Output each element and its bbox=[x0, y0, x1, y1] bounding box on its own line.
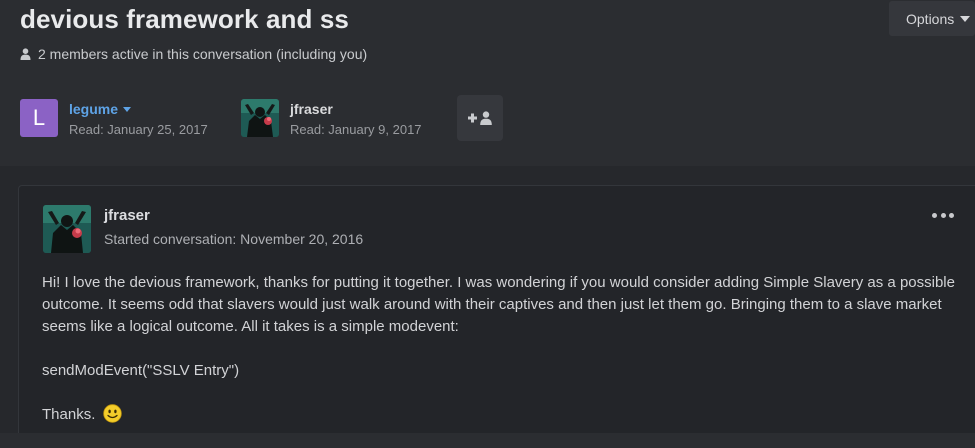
message-closing: Thanks. bbox=[42, 404, 962, 426]
message-paragraph: sendModEvent("SSLV Entry") bbox=[42, 362, 240, 379]
active-members-text: 2 members active in this conversation (i… bbox=[38, 46, 368, 62]
chevron-down-icon bbox=[960, 15, 971, 22]
user-icon bbox=[20, 48, 31, 60]
author-avatar[interactable] bbox=[43, 205, 91, 253]
participant-name: legume bbox=[69, 101, 119, 117]
add-user-icon bbox=[468, 111, 492, 125]
page-title: devious framework and ss bbox=[20, 4, 349, 34]
read-date: Read: January 25, 2017 bbox=[69, 122, 208, 137]
message-paragraph: Hi! I love the devious framework, thanks… bbox=[42, 274, 955, 335]
participant-jfraser: jfraser Read: January 9, 2017 bbox=[241, 99, 422, 139]
post-timestamp: Started conversation: November 20, 2016 bbox=[104, 231, 364, 247]
participant-name: jfraser bbox=[290, 101, 333, 117]
message-body: Hi! I love the devious framework, thanks… bbox=[42, 272, 962, 448]
participant-name-link[interactable]: jfraser bbox=[290, 100, 422, 118]
active-members-line: 2 members active in this conversation (i… bbox=[20, 46, 367, 62]
ellipsis-icon[interactable] bbox=[932, 210, 954, 220]
conversation-message: jfraser Started conversation: November 2… bbox=[18, 185, 975, 433]
avatar-letter: L bbox=[32, 105, 46, 130]
message-paragraph: Thanks. bbox=[42, 406, 96, 423]
chevron-down-icon bbox=[123, 106, 132, 112]
avatar[interactable] bbox=[241, 99, 279, 137]
add-participant-button[interactable] bbox=[457, 95, 503, 141]
avatar[interactable]: L bbox=[20, 99, 58, 137]
read-date: Read: January 9, 2017 bbox=[290, 122, 422, 137]
author-name[interactable]: jfraser bbox=[104, 207, 150, 224]
options-label: Options bbox=[906, 10, 955, 27]
options-button[interactable]: Options bbox=[889, 1, 975, 36]
participant-legume: L legume Read: January 25, 2017 bbox=[20, 99, 208, 139]
smiley-emoji bbox=[102, 404, 122, 423]
participant-name-link[interactable]: legume bbox=[69, 100, 208, 118]
